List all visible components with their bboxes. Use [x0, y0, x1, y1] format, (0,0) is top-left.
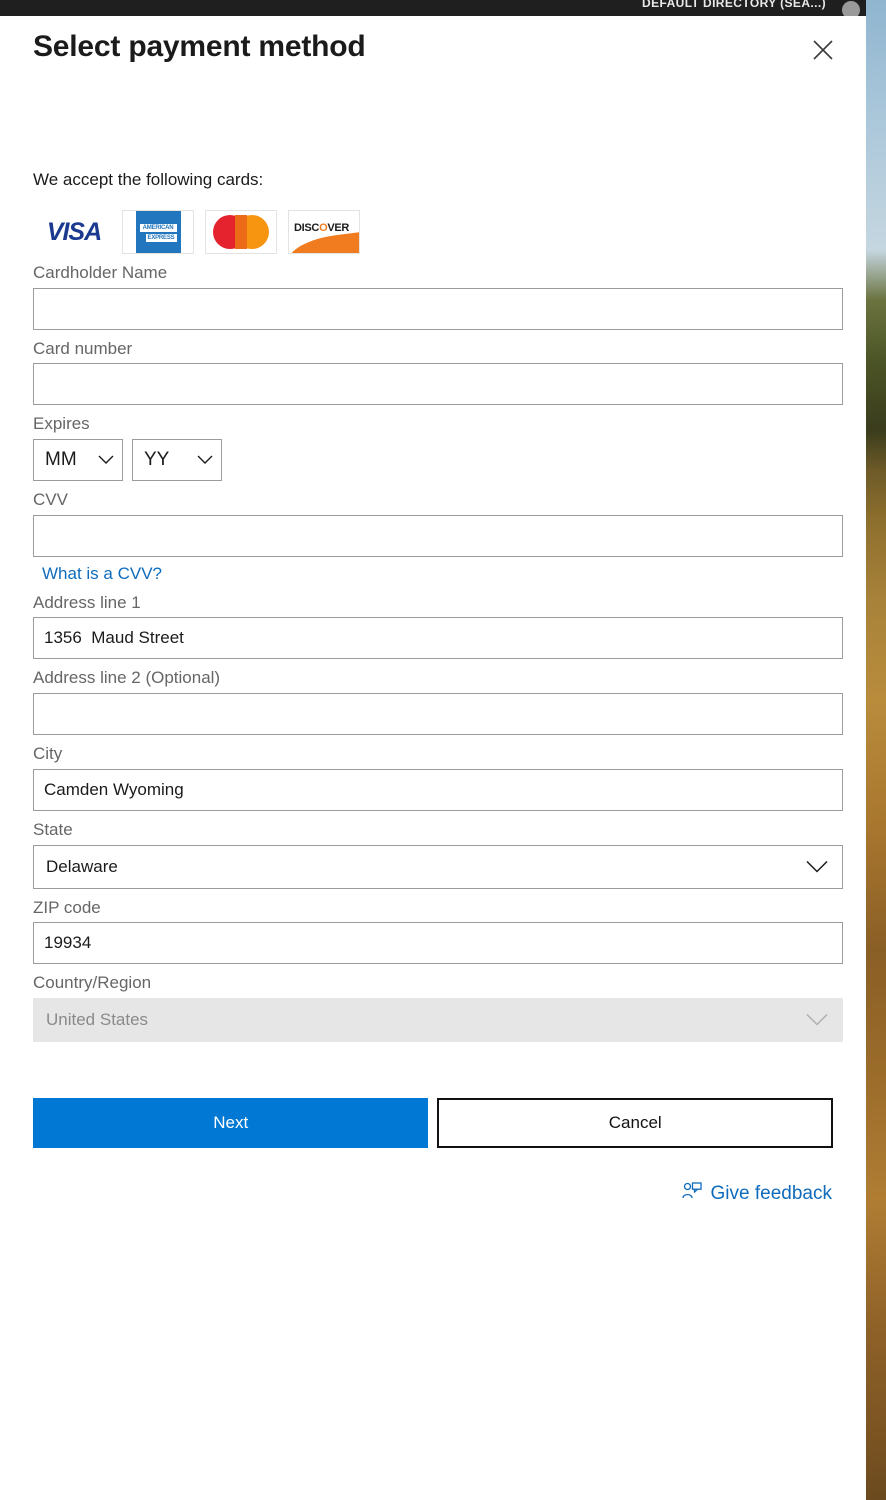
user-avatar[interactable]: [842, 1, 860, 16]
what-is-cvv-link[interactable]: What is a CVV?: [42, 564, 162, 584]
card-number-input[interactable]: [33, 363, 843, 406]
american-express-logo-icon: AMERICAN EXPRESS: [122, 210, 194, 254]
amex-logo-line-2: EXPRESS: [145, 234, 177, 242]
city-input[interactable]: [33, 768, 843, 811]
discover-swoosh: [289, 230, 359, 253]
chevron-down-icon: [806, 1013, 828, 1026]
zip-code-input[interactable]: [33, 922, 843, 965]
state-select[interactable]: Delaware: [33, 844, 843, 889]
amex-blue-field: AMERICAN EXPRESS: [135, 211, 181, 253]
dialog-body: We accept the following cards: VISA AMER…: [0, 171, 866, 1206]
address-line-2-input[interactable]: [33, 693, 843, 736]
expiry-year-select[interactable]: YY: [132, 439, 222, 482]
mastercard-circles: [213, 215, 269, 249]
top-bar-directory-label: DEFAULT DIRECTORY (SEA...): [642, 0, 826, 10]
address-line-1-input[interactable]: [33, 617, 843, 660]
cancel-button[interactable]: Cancel: [437, 1097, 833, 1148]
state-label: State: [33, 819, 73, 839]
expiry-year-value: YY: [144, 449, 170, 471]
close-icon: [811, 38, 835, 62]
expires-row: MM YY: [33, 439, 833, 482]
give-feedback-label: Give feedback: [710, 1182, 832, 1204]
chevron-down-icon: [806, 860, 828, 873]
city-label: City: [33, 744, 63, 764]
payment-method-dialog: Select payment method We accept the foll…: [0, 16, 866, 1500]
visa-logo-icon: VISA: [33, 210, 111, 254]
discover-text-part1: DISC: [294, 222, 320, 234]
expiry-month-value: MM: [45, 449, 77, 471]
cardholder-name-label: Cardholder Name: [33, 263, 168, 282]
expiry-month-select[interactable]: MM: [33, 439, 123, 482]
country-region-label: Country/Region: [33, 973, 152, 993]
state-value: Delaware: [46, 856, 118, 876]
address-line-1-label: Address line 1: [33, 592, 141, 612]
cardholder-name-input[interactable]: [33, 287, 843, 330]
dialog-header: Select payment method: [0, 16, 866, 90]
feedback-person-icon: [681, 1182, 702, 1206]
chevron-down-icon: [98, 449, 114, 471]
country-region-select: United States: [33, 997, 843, 1042]
discover-logo-text: DISCOVER: [294, 222, 349, 234]
visa-logo-text: VISA: [46, 217, 102, 246]
accepted-cards-text: We accept the following cards:: [33, 170, 264, 189]
feedback-row: Give feedback: [33, 1182, 833, 1206]
mastercard-logo-icon: [205, 210, 277, 254]
mastercard-overlap: [235, 215, 247, 249]
card-number-label: Card number: [33, 338, 133, 358]
cvv-input[interactable]: [33, 514, 843, 557]
address-line-2-label: Address line 2 (Optional): [33, 668, 221, 688]
accepted-card-logos: VISA AMERICAN EXPRESS DISCOVER: [33, 210, 833, 254]
discover-inner: DISCOVER: [289, 211, 359, 253]
chevron-down-icon: [197, 449, 213, 471]
zip-code-label: ZIP code: [33, 897, 101, 917]
give-feedback-link[interactable]: Give feedback: [681, 1182, 832, 1206]
close-button[interactable]: [805, 32, 841, 68]
country-region-value: United States: [46, 1009, 149, 1029]
next-button[interactable]: Next: [33, 1097, 429, 1148]
dialog-actions: Next Cancel: [33, 1097, 833, 1148]
browser-top-bar: DEFAULT DIRECTORY (SEA...): [0, 0, 866, 16]
discover-logo-icon: DISCOVER: [288, 210, 360, 254]
expires-label: Expires: [33, 414, 90, 434]
cvv-label: CVV: [33, 490, 68, 510]
discover-text-part2: VER: [327, 222, 350, 234]
amex-logo-line-1: AMERICAN: [139, 224, 177, 232]
page-title: Select payment method: [33, 30, 366, 63]
